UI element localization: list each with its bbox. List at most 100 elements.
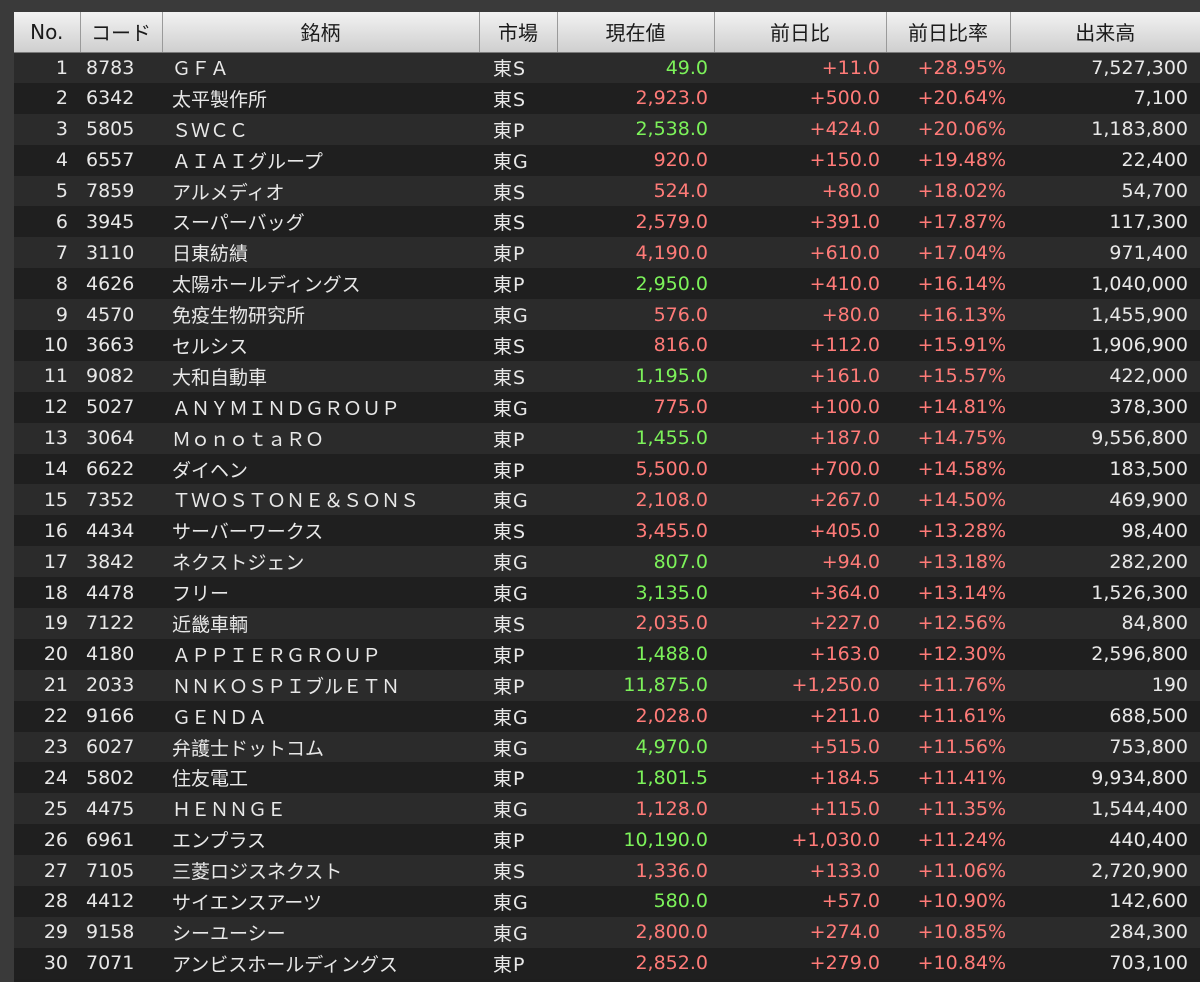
row-name: エンプラス: [172, 830, 267, 853]
row-volume: 753,800: [1109, 736, 1188, 759]
table-row[interactable]: 3 5805 ＳＷＣＣ 東P 2,538.0 +424.0 +20.06% 1,183,800: [14, 113, 1200, 145]
row-price: 2,923.0: [635, 87, 708, 110]
table-row[interactable]: 1 8783 ＧＦＡ 東S 49.0 +11.0 +28.95% 7,527,300: [14, 52, 1200, 83]
row-change-pct: +28.95%: [917, 56, 1006, 79]
header-volume[interactable]: 出来高: [1010, 12, 1200, 53]
row-market: 東G: [493, 922, 529, 945]
table-row[interactable]: 16 4434 サーバーワークス 東S 3,455.0 +405.0 +13.28% 98,4…: [14, 515, 1200, 547]
table-row[interactable]: 4 6557 ＡＩＡＩグループ 東G 920.0 +150.0 +19.48% 22,400: [14, 144, 1200, 176]
header-change-pct[interactable]: 前日比率: [886, 12, 1011, 53]
header-name[interactable]: 銘柄: [162, 12, 480, 53]
row-market: 東P: [493, 675, 526, 698]
row-name: 近畿車輌: [172, 613, 249, 636]
header-change[interactable]: 前日比: [714, 12, 887, 53]
row-no: 12: [43, 396, 68, 419]
table-row[interactable]: 13 3064 ＭｏｎｏｔａＲＯ 東P 1,455.0 +187.0 +14.75% 9,55…: [14, 422, 1200, 454]
row-price: 524.0: [653, 180, 708, 202]
row-no: 18: [43, 581, 68, 604]
row-no: 21: [43, 674, 68, 697]
table-row[interactable]: 7 3110 日東紡績 東P 4,190.0 +610.0 +17.04% 971,400: [14, 237, 1200, 269]
row-price: 49.0: [665, 56, 708, 79]
row-name: ＨＥＮＮＧＥ: [172, 799, 287, 822]
table-row[interactable]: 12 5027 ＡＮＹＭＩＮＤＧＲＯＵＰ 東G 775.0 +100.0 +14.81% 37…: [14, 391, 1200, 423]
row-change-pct: +19.48%: [917, 149, 1006, 172]
table-row[interactable]: 28 4412 サイエンスアーツ 東G 580.0 +57.0 +10.90% 142,600: [14, 886, 1200, 917]
row-change-pct: +11.76%: [917, 674, 1006, 697]
table-row[interactable]: 20 4180 ＡＰＰＩＥＲＧＲＯＵＰ 東P 1,488.0 +163.0 +12.30% 2…: [14, 638, 1200, 670]
row-name: ＮＮＫＯＳＰＩブルＥＴＮ: [172, 675, 401, 698]
ranking-table: No. コード 銘柄 市場 現在値 前日比 前日比率 出来高 1 8783 ＧＦＡ 東…: [14, 12, 1200, 979]
row-name: ＡＰＰＩＥＲＧＲＯＵＰ: [172, 644, 382, 667]
row-change: +161.0: [809, 365, 880, 388]
row-volume: 7,527,300: [1091, 56, 1188, 79]
header-price[interactable]: 現在値: [557, 12, 715, 53]
table-row[interactable]: 8 4626 太陽ホールディングス 東P 2,950.0 +410.0 +16.14% 1,0…: [14, 268, 1200, 300]
table-row[interactable]: 19 7122 近畿車輌 東S 2,035.0 +227.0 +12.56% 84,800: [14, 608, 1200, 639]
header-code[interactable]: コード: [80, 12, 163, 53]
row-price: 1,336.0: [635, 859, 708, 882]
table-row[interactable]: 25 4475 ＨＥＮＮＧＥ 東G 1,128.0 +115.0 +11.35% 1,544,…: [14, 793, 1200, 825]
row-name: ＡＮＹＭＩＮＤＧＲＯＵＰ: [172, 397, 401, 420]
table-row[interactable]: 17 3842 ネクストジェン 東G 807.0 +94.0 +13.18% 282,200: [14, 546, 1200, 578]
row-name: ＡＩＡＩグループ: [172, 150, 323, 173]
table-row[interactable]: 6 3945 スーパーバッグ 東S 2,579.0 +391.0 +17.87% 117,30…: [14, 206, 1200, 238]
row-change: +150.0: [809, 149, 880, 172]
table-row[interactable]: 24 5802 住友電工 東P 1,801.5 +184.5 +11.41% 9,934,80…: [14, 762, 1200, 794]
table-row[interactable]: 26 6961 エンプラス 東P 10,190.0 +1,030.0 +11.24% 440,…: [14, 824, 1200, 856]
table-row[interactable]: 2 6342 太平製作所 東S 2,923.0 +500.0 +20.64% 7,100: [14, 82, 1200, 114]
row-volume: 440,400: [1109, 828, 1188, 851]
row-price: 775.0: [653, 396, 708, 419]
row-no: 11: [43, 365, 68, 388]
table-row[interactable]: 21 2033 ＮＮＫＯＳＰＩブルＥＴＮ 東P 11,875.0 +1,250.0 +11.…: [14, 669, 1200, 701]
row-volume: 22,400: [1121, 149, 1188, 172]
table-row[interactable]: 29 9158 シーユーシー 東G 2,800.0 +274.0 +10.85% 284,30…: [14, 916, 1200, 948]
row-volume: 422,000: [1109, 365, 1188, 388]
table-row[interactable]: 9 4570 免疫生物研究所 東G 576.0 +80.0 +16.13% 1,455,900: [14, 299, 1200, 331]
table-row[interactable]: 5 7859 アルメディオ 東S 524.0 +80.0 +18.02% 54,700: [14, 175, 1200, 207]
row-change: +515.0: [809, 736, 880, 759]
row-price: 576.0: [653, 303, 708, 326]
row-no: 19: [43, 612, 68, 635]
row-change: +11.0: [821, 56, 880, 79]
row-code: 3110: [86, 241, 135, 264]
row-volume: 2,720,900: [1091, 859, 1188, 882]
row-change: +391.0: [809, 210, 880, 233]
row-price: 807.0: [653, 550, 708, 573]
row-no: 22: [43, 705, 68, 728]
table-row[interactable]: 14 6622 ダイヘン 東P 5,500.0 +700.0 +14.58% 183,500: [14, 453, 1200, 485]
row-price: 4,190.0: [635, 241, 708, 264]
table-row[interactable]: 22 9166 ＧＥＮＤＡ 東G 2,028.0 +211.0 +11.61% 688,500: [14, 700, 1200, 732]
table-row[interactable]: 27 7105 三菱ロジスネクスト 東S 1,336.0 +133.0 +11.06% 2,7…: [14, 855, 1200, 887]
table-row[interactable]: 15 7352 ＴＷＯＳＴＯＮＥ＆ＳＯＮＳ 東G 2,108.0 +267.0 +14.50…: [14, 484, 1200, 516]
row-code: 5805: [86, 118, 135, 141]
table-row[interactable]: 18 4478 フリー 東G 3,135.0 +364.0 +13.14% 1,526,300: [14, 577, 1200, 609]
row-change: +274.0: [809, 921, 880, 944]
table-row[interactable]: 10 3663 セルシス 東S 816.0 +112.0 +15.91% 1,906,900: [14, 330, 1200, 361]
row-volume: 54,700: [1121, 180, 1188, 202]
table-row[interactable]: 30 7071 アンビスホールディングス 東P 2,852.0 +279.0 +10.84%…: [14, 947, 1200, 979]
row-market: 東P: [493, 459, 526, 482]
row-name: ＭｏｎｏｔａＲＯ: [172, 428, 325, 451]
header-no[interactable]: No.: [14, 12, 81, 53]
row-price: 920.0: [653, 149, 708, 172]
row-change-pct: +15.91%: [917, 334, 1006, 357]
ranking-window: No. コード 銘柄 市場 現在値 前日比 前日比率 出来高 1 8783 ＧＦＡ 東…: [0, 0, 1200, 982]
row-code: 9166: [86, 705, 135, 728]
row-name: サーバーワークス: [172, 521, 324, 544]
row-change: +500.0: [809, 87, 880, 110]
table-row[interactable]: 23 6027 弁護士ドットコム 東G 4,970.0 +515.0 +11.56% 753,…: [14, 731, 1200, 763]
row-price: 2,800.0: [635, 921, 708, 944]
row-name: ＳＷＣＣ: [172, 119, 249, 142]
table-row[interactable]: 11 9082 大和自動車 東S 1,195.0 +161.0 +15.57% 422,000: [14, 360, 1200, 392]
header-market[interactable]: 市場: [479, 12, 558, 53]
row-market: 東S: [493, 613, 527, 636]
ranking-table-container[interactable]: No. コード 銘柄 市場 現在値 前日比 前日比率 出来高 1 8783 ＧＦＡ 東…: [14, 12, 1200, 982]
row-no: 28: [43, 890, 68, 913]
row-change: +133.0: [809, 859, 880, 882]
row-market: 東P: [493, 953, 526, 976]
row-name: アンビスホールディングス: [172, 953, 398, 976]
row-market: 東G: [493, 583, 529, 606]
row-volume: 1,040,000: [1091, 272, 1188, 295]
row-code: 7352: [86, 488, 135, 511]
row-no: 23: [43, 736, 68, 759]
